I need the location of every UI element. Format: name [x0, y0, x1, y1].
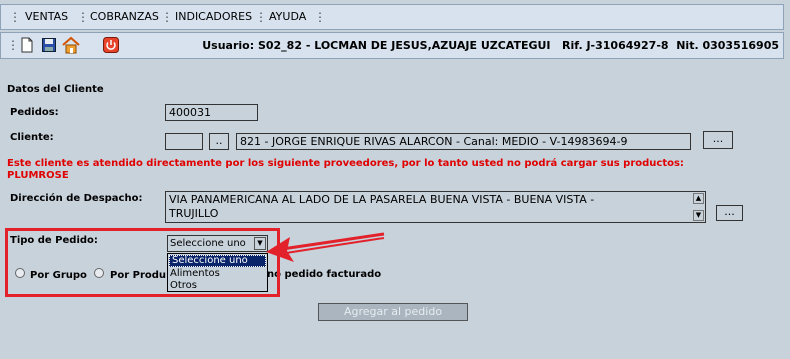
cliente-description-field: 821 - JORGE ENRIQUE RIVAS ALARCON - Cana…: [236, 133, 691, 150]
cliente-search-button[interactable]: ...: [703, 131, 733, 149]
scroll-down-icon[interactable]: ▼: [693, 210, 704, 221]
scroll-up-icon[interactable]: ▲: [693, 193, 704, 204]
option-seleccione[interactable]: Seleccione uno: [169, 255, 266, 267]
despacho-line-2: TRUJILLO: [169, 207, 219, 220]
toolbar: ⋮ Usuario: S02_82 - LOCMAN DE JESUS,AZUA…: [0, 32, 784, 59]
ultimo-pedido-label: no pedido facturado: [267, 269, 382, 280]
menu-separator: ⋮: [9, 10, 21, 24]
menu-separator: ⋮: [314, 10, 326, 24]
pedidos-field[interactable]: 400031: [165, 104, 258, 121]
tipo-pedido-options: Seleccione uno Alimentos Otros: [167, 253, 268, 292]
cliente-code-field[interactable]: [165, 133, 203, 150]
cliente-label: Cliente:: [10, 132, 54, 143]
provider-warning-provider: PLUMROSE: [7, 170, 69, 181]
provider-warning: Este cliente es atendido directamente po…: [7, 158, 684, 182]
despacho-label: Dirección de Despacho:: [10, 193, 143, 204]
new-document-icon[interactable]: [19, 37, 35, 53]
menu-separator: ⋮: [161, 10, 173, 24]
menu-separator: ⋮: [77, 10, 89, 24]
menu-item-cobranzas[interactable]: COBRANZAS: [90, 5, 159, 29]
provider-warning-text: Este cliente es atendido directamente po…: [7, 158, 684, 169]
annotation-arrow-icon: [266, 232, 385, 262]
save-icon[interactable]: [41, 37, 57, 53]
power-icon[interactable]: [103, 37, 119, 53]
menu-bar: ⋮ VENTAS ⋮ COBRANZAS ⋮ INDICADORES ⋮ AYU…: [0, 4, 784, 30]
add-to-order-button[interactable]: Agregar al pedido: [318, 303, 468, 321]
user-info: Usuario: S02_82 - LOCMAN DE JESUS,AZUAJE…: [202, 39, 779, 52]
menu-item-ayuda[interactable]: AYUDA: [269, 5, 306, 29]
cliente-lookup-button[interactable]: ..: [209, 133, 229, 150]
despacho-textarea[interactable]: VIA PANAMERICANA AL LADO DE LA PASARELA …: [165, 191, 706, 223]
despacho-line-1: VIA PANAMERICANA AL LADO DE LA PASARELA …: [169, 193, 595, 206]
toolbar-separator: ⋮: [7, 38, 19, 52]
menu-item-indicadores[interactable]: INDICADORES: [175, 5, 252, 29]
option-alimentos[interactable]: Alimentos: [168, 268, 267, 280]
section-title: Datos del Cliente: [7, 84, 104, 95]
menu-item-ventas[interactable]: VENTAS: [25, 5, 68, 29]
pedidos-label: Pedidos:: [10, 107, 59, 118]
home-icon[interactable]: [61, 36, 81, 54]
option-otros[interactable]: Otros: [168, 280, 267, 292]
menu-separator: ⋮: [255, 10, 267, 24]
despacho-search-button[interactable]: ...: [716, 205, 743, 221]
